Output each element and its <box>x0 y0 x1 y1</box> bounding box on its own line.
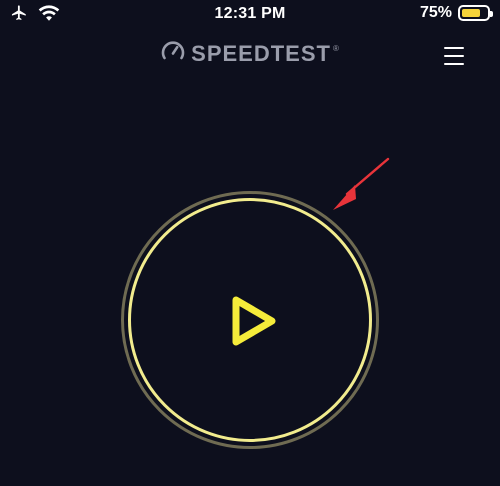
status-right: 75% <box>419 4 493 22</box>
speedometer-icon <box>161 40 185 67</box>
speedtest-screen: 12:31 PM 75% SPEEDTEST ® <box>0 0 500 486</box>
brand-name: SPEEDTEST <box>191 40 331 66</box>
go-button-area <box>121 191 379 449</box>
battery-fill <box>462 9 480 17</box>
app-header: SPEEDTEST ® <box>0 40 500 74</box>
menu-button[interactable] <box>444 45 466 67</box>
brand-logo: SPEEDTEST ® <box>0 40 500 67</box>
brand-trademark: ® <box>332 44 339 53</box>
play-icon[interactable] <box>221 291 281 351</box>
battery-percent: 75% <box>419 4 452 21</box>
menu-icon-bar-bottom <box>444 63 464 65</box>
red-arrow-icon <box>325 152 395 217</box>
status-bar: 12:31 PM 75% <box>0 0 500 28</box>
battery-icon <box>458 5 493 21</box>
menu-icon-bar-top <box>444 47 464 49</box>
battery-nub <box>490 11 493 17</box>
menu-icon-bar-middle <box>444 55 464 57</box>
